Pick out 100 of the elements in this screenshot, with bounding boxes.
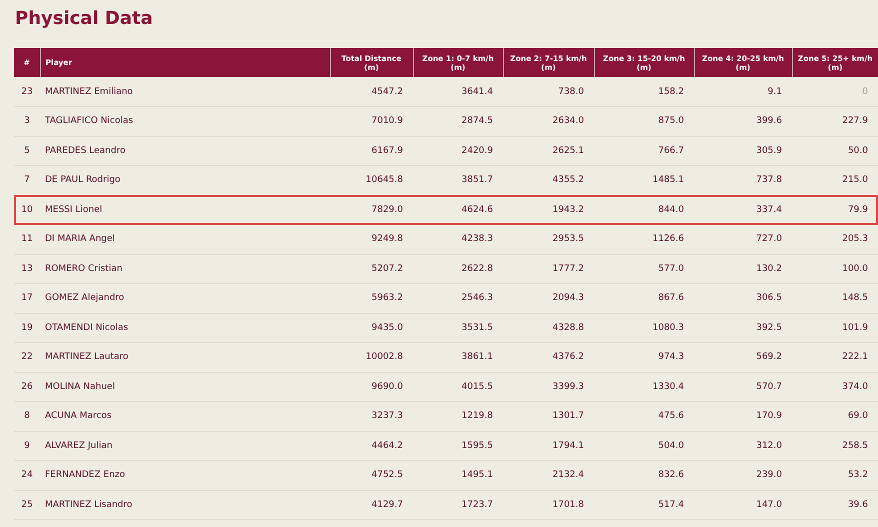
table-cell: 4752.5 <box>330 460 413 490</box>
table-cell: 844.0 <box>594 195 694 224</box>
table-cell: 258.5 <box>792 431 878 460</box>
table-cell: 8 <box>14 402 40 431</box>
table-cell: 205.3 <box>792 224 878 254</box>
table-cell: FERNANDEZ Enzo <box>40 460 330 490</box>
table-cell: 3861.1 <box>413 342 503 372</box>
table-cell: 22 <box>14 342 40 372</box>
table-cell: 10645.8 <box>330 166 413 195</box>
table-cell: 4129.7 <box>330 490 413 520</box>
table-cell: 50.0 <box>792 136 878 166</box>
table-cell: GOMEZ Alejandro <box>40 284 330 313</box>
table-cell: 974.3 <box>594 342 694 372</box>
page-title: Physical Data <box>14 7 154 31</box>
table-cell: 19 <box>14 313 40 342</box>
table-cell: 25 <box>14 490 40 520</box>
table-cell: 7010.9 <box>330 106 413 136</box>
table-cell: 2622.8 <box>413 254 503 284</box>
table-cell: 517.4 <box>594 490 694 520</box>
table-cell: 1301.7 <box>503 402 594 431</box>
table-cell: 9 <box>14 431 40 460</box>
table-cell: 4355.2 <box>503 166 594 195</box>
table-cell: 5 <box>14 136 40 166</box>
table-cell: 3851.7 <box>413 166 503 195</box>
table-cell: MESSI Lionel <box>40 195 330 224</box>
table-cell: DE PAUL Rodrigo <box>40 166 330 195</box>
table-cell: 69.0 <box>792 402 878 431</box>
table-cell: 1595.5 <box>413 431 503 460</box>
table-cell: 2132.4 <box>503 460 594 490</box>
table-cell: 9.1 <box>694 77 792 106</box>
table-cell: 23 <box>14 77 40 106</box>
table-cell: 312.0 <box>694 431 792 460</box>
table-cell: 4547.2 <box>330 77 413 106</box>
table-cell: 392.5 <box>694 313 792 342</box>
table-cell: 4464.2 <box>330 431 413 460</box>
table-cell: 2420.9 <box>413 136 503 166</box>
table-cell: 7829.0 <box>330 195 413 224</box>
table-cell: 2546.3 <box>413 284 503 313</box>
table-cell: 5207.2 <box>330 254 413 284</box>
table-cell: 475.6 <box>594 402 694 431</box>
table-cell: 9435.0 <box>330 313 413 342</box>
table-cell: 1485.1 <box>594 166 694 195</box>
table-cell: 337.4 <box>694 195 792 224</box>
table-cell: 11 <box>14 224 40 254</box>
table-cell: 4328.8 <box>503 313 594 342</box>
table-cell: 3 <box>14 106 40 136</box>
table-cell: 766.7 <box>594 136 694 166</box>
table-cell: OTAMENDI Nicolas <box>40 313 330 342</box>
table-cell: 727.0 <box>694 224 792 254</box>
table-cell: 7 <box>14 166 40 195</box>
table-cell: TAGLIAFICO Nicolas <box>40 106 330 136</box>
table-cell: 1794.1 <box>503 431 594 460</box>
table-cell: 215.0 <box>792 166 878 195</box>
table-cell: 1330.4 <box>594 372 694 402</box>
table-cell: 0 <box>792 77 878 106</box>
table-cell: 737.8 <box>694 166 792 195</box>
table-cell: 2625.1 <box>503 136 594 166</box>
table-cell: 6167.9 <box>330 136 413 166</box>
table-cell: MARTINEZ Lisandro <box>40 490 330 520</box>
table-cell: 39.6 <box>792 490 878 520</box>
table-cell: 2634.0 <box>503 106 594 136</box>
table-cell: 227.9 <box>792 106 878 136</box>
table-cell: 738.0 <box>503 77 594 106</box>
table-cell: MOLINA Nahuel <box>40 372 330 402</box>
table-cell: 4624.6 <box>413 195 503 224</box>
table-cell: 13 <box>14 254 40 284</box>
table-cell: 9690.0 <box>330 372 413 402</box>
table-cell: 1701.8 <box>503 490 594 520</box>
table-cell: 5963.2 <box>330 284 413 313</box>
table-cell: 79.9 <box>792 195 878 224</box>
table-cell: 148.5 <box>792 284 878 313</box>
table-cell: 1126.6 <box>594 224 694 254</box>
table-cell: 100.0 <box>792 254 878 284</box>
table-cell: 1723.7 <box>413 490 503 520</box>
table-cell: 1943.2 <box>503 195 594 224</box>
table-cell: DI MARIA Angel <box>40 224 330 254</box>
table-cell: 1219.8 <box>413 402 503 431</box>
table-cell: 239.0 <box>694 460 792 490</box>
table-cell: 2953.5 <box>503 224 594 254</box>
table-cell: 17 <box>14 284 40 313</box>
table-cell: 4238.3 <box>413 224 503 254</box>
table-cell: 832.6 <box>594 460 694 490</box>
table-cell: 2874.5 <box>413 106 503 136</box>
table-cell: 10 <box>14 195 40 224</box>
table-cell: 399.6 <box>694 106 792 136</box>
table-cell: 3641.4 <box>413 77 503 106</box>
table-cell: 4015.5 <box>413 372 503 402</box>
table-cell: 569.2 <box>694 342 792 372</box>
table-cell: 9249.8 <box>330 224 413 254</box>
table-cell: 10002.8 <box>330 342 413 372</box>
table-cell: 570.7 <box>694 372 792 402</box>
table-cell: 222.1 <box>792 342 878 372</box>
table-cell: 306.5 <box>694 284 792 313</box>
table-cell: 374.0 <box>792 372 878 402</box>
table-cell: 867.6 <box>594 284 694 313</box>
table-cell: 170.9 <box>694 402 792 431</box>
table-cell: ALVAREZ Julian <box>40 431 330 460</box>
table-cell: PAREDES Leandro <box>40 136 330 166</box>
table-cell: 2094.3 <box>503 284 594 313</box>
table-cell: 1495.1 <box>413 460 503 490</box>
